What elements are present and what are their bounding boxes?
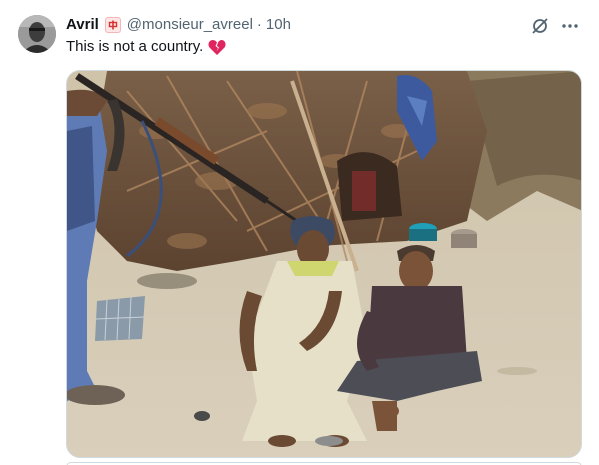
separator-dot: ·	[256, 16, 262, 33]
broken-heart-icon	[208, 39, 226, 56]
display-name[interactable]: Avril	[66, 15, 99, 35]
user-handle[interactable]: @monsieur_avreel	[127, 15, 253, 35]
more-icon[interactable]	[559, 15, 581, 37]
avatar-image	[18, 15, 56, 53]
flag-emoji-icon	[104, 17, 121, 33]
timestamp[interactable]: 10h	[266, 15, 291, 35]
photo-image	[67, 71, 581, 457]
grok-icon[interactable]	[529, 15, 551, 37]
tweet-text-content: This is not a country.	[66, 38, 204, 55]
tweet-header: Avril @monsieur_avreel · 10h	[66, 15, 291, 35]
tweet-photo[interactable]	[66, 70, 582, 458]
tweet-actions	[529, 15, 581, 37]
avatar[interactable]	[18, 15, 56, 53]
tweet-text: This is not a country.	[66, 37, 226, 57]
tweet[interactable]: Avril @monsieur_avreel · 10h This is not…	[0, 0, 599, 465]
